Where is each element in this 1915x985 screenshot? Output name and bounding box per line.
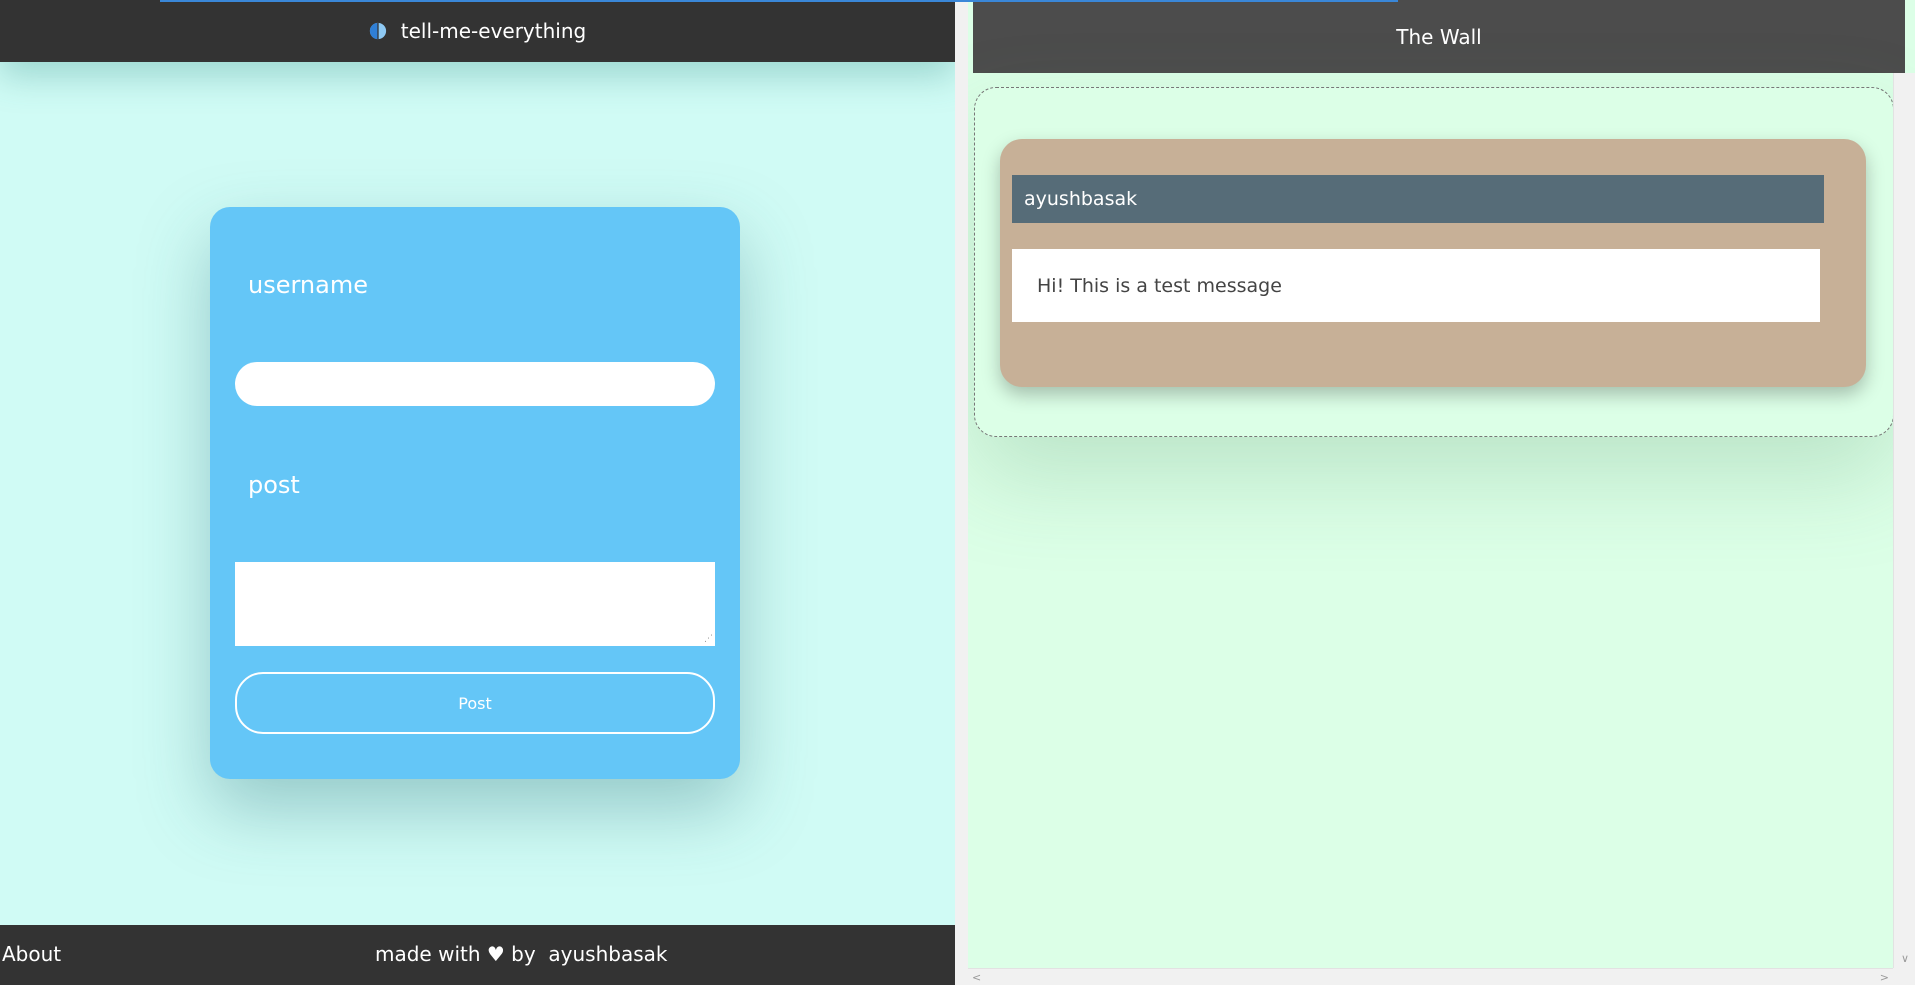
- credits-text: made with ♥ by ayushbasak: [375, 942, 668, 966]
- post-textarea[interactable]: [235, 562, 715, 646]
- username-label: username: [248, 271, 368, 299]
- username-input[interactable]: [235, 362, 715, 406]
- wall-posts-container: ayushbasak Hi! This is a test message: [974, 87, 1894, 437]
- post-card: ayushbasak Hi! This is a test message: [1000, 139, 1866, 387]
- wall-header: The Wall: [973, 0, 1905, 73]
- post-form-card: username post ⋰ Post: [210, 207, 740, 779]
- app-footer: About made with ♥ by ayushbasak: [0, 925, 955, 985]
- scroll-left-arrow-icon[interactable]: <: [972, 969, 986, 985]
- half-circle-logo-icon: [369, 22, 386, 40]
- app-title: tell-me-everything: [400, 19, 587, 43]
- wall-title: The Wall: [1396, 24, 1482, 49]
- about-link[interactable]: About: [2, 942, 61, 966]
- top-accent-line: [160, 0, 1398, 2]
- post-author: ayushbasak: [1012, 175, 1824, 223]
- app-header: tell-me-everything: [0, 0, 955, 62]
- post-label: post: [248, 471, 300, 499]
- horizontal-scrollbar[interactable]: < >: [968, 968, 1893, 985]
- scrollbar-corner: [1893, 968, 1915, 985]
- vertical-scrollbar[interactable]: ∨: [1893, 73, 1915, 968]
- post-button[interactable]: Post: [235, 672, 715, 734]
- pane-divider: [955, 0, 968, 985]
- scroll-down-arrow-icon[interactable]: ∨: [1894, 950, 1915, 968]
- wall-pane: The Wall ayushbasak Hi! This is a test m…: [968, 0, 1915, 985]
- post-message: Hi! This is a test message: [1012, 249, 1820, 322]
- brand[interactable]: tell-me-everything: [369, 19, 586, 43]
- left-pane: tell-me-everything username post ⋰ Post …: [0, 0, 955, 985]
- scroll-right-arrow-icon[interactable]: >: [1875, 969, 1889, 985]
